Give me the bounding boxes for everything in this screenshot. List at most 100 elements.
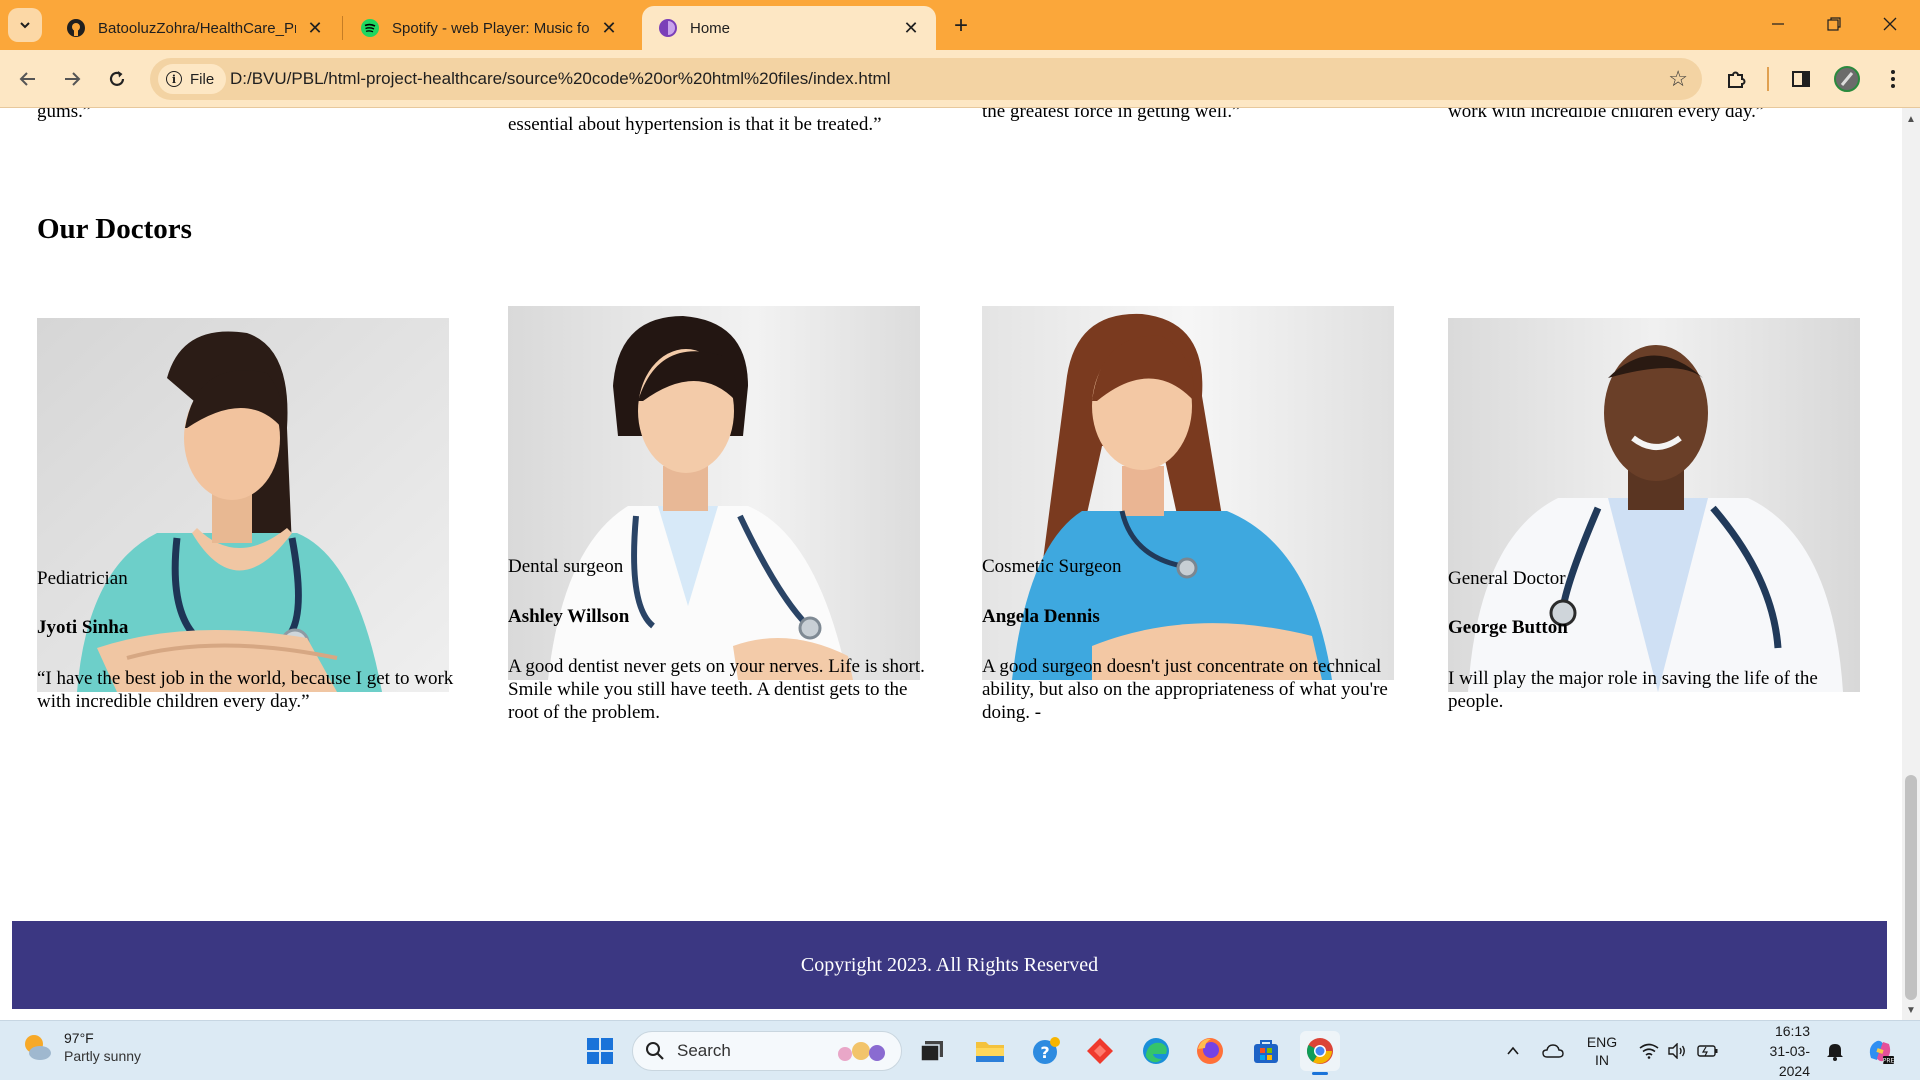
wifi-icon[interactable]	[1636, 1021, 1662, 1080]
doctor-name: Jyoti Sinha	[37, 617, 129, 638]
side-panel-button[interactable]	[1786, 64, 1816, 94]
web-page: gums.” essential about hypertension is t…	[0, 108, 1902, 1020]
clock-time: 16:13	[1774, 1023, 1810, 1039]
minimize-button[interactable]	[1750, 0, 1806, 48]
doctor-role: Dental surgeon	[508, 556, 624, 577]
doctor-quote: A good surgeon doesn't just concentrate …	[982, 656, 1388, 723]
taskbar-search[interactable]: Search	[632, 1031, 902, 1071]
volume-icon[interactable]	[1664, 1021, 1690, 1080]
tab-divider	[342, 16, 343, 40]
svg-text:PRE: PRE	[1883, 1058, 1895, 1065]
avatar-icon	[1834, 66, 1860, 92]
chrome-icon	[1307, 1038, 1333, 1064]
forward-button[interactable]	[55, 62, 89, 96]
previous-quote: gums.”	[37, 108, 92, 122]
doctor-quote: I will play the major role in saving the…	[1448, 668, 1818, 712]
clock[interactable]: 16:13 31-03-2024	[1740, 1021, 1810, 1080]
reload-button[interactable]	[100, 62, 134, 96]
weather-widget[interactable]: 97°F Partly sunny	[20, 1029, 141, 1065]
copilot-icon[interactable]: PRE	[1860, 1021, 1900, 1080]
tab-title: Spotify - web Player: Music for	[392, 19, 590, 37]
partly-sunny-icon	[25, 1035, 51, 1060]
tab-github[interactable]: BatooluzZohra/HealthCare_Pro ✕	[50, 6, 340, 50]
arrow-left-icon	[19, 72, 35, 86]
windows-logo-icon	[587, 1038, 613, 1064]
info-icon: i	[166, 71, 182, 87]
tab-spotify[interactable]: Spotify - web Player: Music for ✕	[344, 6, 634, 50]
show-hidden-icons-button[interactable]	[1500, 1021, 1526, 1080]
tab-title: Home	[690, 19, 731, 37]
search-icon	[646, 1042, 664, 1060]
extensions-button[interactable]	[1721, 64, 1751, 94]
new-tab-button[interactable]: +	[946, 11, 976, 41]
close-icon[interactable]: ✕	[900, 17, 922, 39]
close-icon[interactable]: ✕	[304, 17, 326, 39]
chevron-up-icon	[1507, 1046, 1519, 1055]
doctor-name: Angela Dennis	[982, 606, 1100, 627]
search-highlight-icon	[838, 1042, 885, 1061]
kebab-menu-icon	[1891, 70, 1895, 88]
back-button[interactable]	[11, 62, 45, 96]
page-favicon-icon	[658, 18, 678, 38]
battery-icon[interactable]	[1694, 1021, 1722, 1080]
section-title: Our Doctors	[37, 213, 192, 245]
site-info-chip[interactable]: i File	[158, 64, 227, 94]
language-code: ENG	[1586, 1034, 1618, 1050]
firefox-button[interactable]	[1190, 1031, 1230, 1071]
anydesk-button[interactable]	[1080, 1031, 1120, 1071]
tab-strip: BatooluzZohra/HealthCare_Pro ✕ Spotify -…	[0, 0, 1920, 50]
chevron-down-icon	[20, 22, 30, 29]
edge-button[interactable]	[1136, 1031, 1176, 1071]
browser-menu-button[interactable]	[1878, 64, 1908, 94]
page-footer: Copyright 2023. All Rights Reserved	[12, 921, 1887, 1009]
spotify-icon	[360, 18, 380, 38]
region-code: IN	[1595, 1052, 1609, 1068]
weather-temperature: 97°F	[64, 1030, 94, 1046]
windows-taskbar: 97°F Partly sunny Search ? ENG IN 16:13 …	[0, 1020, 1920, 1080]
scrollbar-thumb[interactable]	[1905, 775, 1917, 1000]
doctor-quote: “I have the best job in the world, becau…	[37, 668, 454, 712]
reload-icon	[109, 71, 125, 86]
tab-home[interactable]: Home ✕	[642, 6, 936, 50]
file-explorer-button[interactable]	[970, 1031, 1010, 1071]
help-app-button[interactable]: ?	[1026, 1031, 1066, 1071]
search-placeholder: Search	[677, 1041, 731, 1060]
scroll-down-arrow-icon[interactable]: ▼	[1904, 1003, 1918, 1017]
scroll-up-arrow-icon[interactable]: ▲	[1904, 112, 1918, 126]
folder-icon	[976, 1042, 1004, 1062]
github-icon	[66, 18, 86, 38]
store-bag-icon	[1254, 1040, 1278, 1063]
language-indicator[interactable]: ENG IN	[1580, 1021, 1624, 1080]
start-button[interactable]	[580, 1031, 620, 1071]
clock-date: 31-03-2024	[1769, 1043, 1810, 1079]
task-view-icon	[920, 1041, 943, 1062]
copyright-text: Copyright 2023. All Rights Reserved	[800, 953, 1099, 976]
chrome-button[interactable]	[1300, 1031, 1340, 1075]
side-panel-icon	[1792, 71, 1810, 87]
firefox-icon	[1197, 1038, 1223, 1064]
notification-bell-icon[interactable]	[1822, 1021, 1848, 1080]
svg-text:?: ?	[1040, 1043, 1049, 1062]
help-icon: ?	[1033, 1037, 1060, 1064]
site-chip-label: File	[190, 70, 215, 88]
tab-title: BatooluzZohra/HealthCare_Pro	[98, 19, 296, 37]
onedrive-icon[interactable]	[1538, 1021, 1568, 1080]
restore-icon	[1827, 17, 1841, 31]
close-window-button[interactable]	[1862, 0, 1918, 48]
doctor-role: Cosmetic Surgeon	[982, 556, 1122, 577]
task-view-button[interactable]	[912, 1031, 952, 1071]
url-text[interactable]: D:/BVU/PBL/html-project-healthcare/sourc…	[230, 69, 891, 89]
tab-search-button[interactable]	[8, 8, 42, 42]
doctor-name: George Button	[1448, 617, 1568, 638]
close-icon[interactable]: ✕	[598, 17, 620, 39]
puzzle-icon	[1728, 71, 1746, 88]
doctor-quote: A good dentist never gets on your nerves…	[508, 656, 925, 723]
restore-button[interactable]	[1806, 0, 1862, 48]
edge-browser-icon	[1143, 1038, 1169, 1064]
microsoft-store-button[interactable]	[1246, 1031, 1286, 1071]
bookmark-star-icon[interactable]: ☆	[1668, 66, 1688, 92]
minimize-icon	[1772, 23, 1784, 25]
profile-avatar[interactable]	[1832, 64, 1862, 94]
address-bar[interactable]: i File D:/BVU/PBL/html-project-healthcar…	[150, 58, 1702, 100]
previous-quote: work with incredible children every day.…	[1448, 108, 1765, 122]
